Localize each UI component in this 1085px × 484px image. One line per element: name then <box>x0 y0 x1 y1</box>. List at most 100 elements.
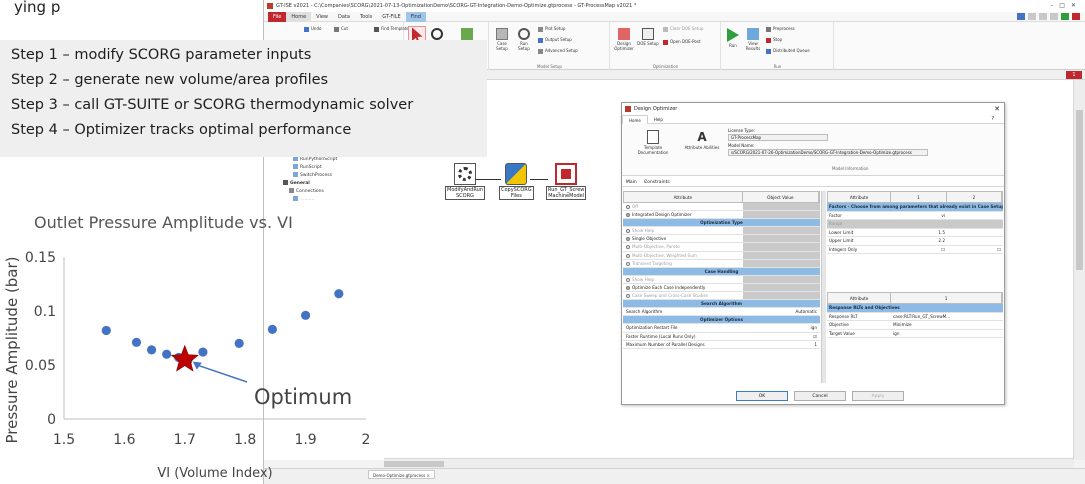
block-copy-scorg-files[interactable]: CopySCORG Files <box>499 163 534 200</box>
factor-value[interactable] <box>891 220 947 228</box>
help-icon[interactable] <box>1017 13 1025 20</box>
menu-data[interactable]: Data <box>333 12 355 22</box>
preprocess-button[interactable]: Preprocess <box>766 26 795 32</box>
run-icon[interactable] <box>1061 13 1069 20</box>
stop-icon[interactable] <box>1072 13 1080 20</box>
table-row[interactable]: Search Algorithm Automatic <box>623 308 820 317</box>
response-value[interactable]: ign <box>891 330 1003 338</box>
template-documentation-button[interactable]: Template Documentation <box>628 130 678 155</box>
table-row[interactable]: Maximum Number of Parallel Designs 1 <box>623 340 820 349</box>
table-row[interactable]: Integrated Design Optimizer <box>623 211 820 220</box>
radio-button[interactable] <box>626 294 630 299</box>
menu-home[interactable]: Home <box>286 12 312 22</box>
radio-button[interactable] <box>626 229 630 234</box>
panel-splitter[interactable] <box>821 191 826 383</box>
open-icon[interactable] <box>1039 13 1047 20</box>
factor-value[interactable] <box>947 212 1003 220</box>
tree-item[interactable]: RunPythonScript <box>283 156 363 164</box>
view-results-button[interactable]: View Results <box>744 28 762 51</box>
open-doe-post-button[interactable]: Open DOE-Post <box>663 39 701 45</box>
stop-button[interactable]: Stop <box>766 37 782 43</box>
window-controls[interactable]: –□✕ <box>1050 0 1082 12</box>
radio-button[interactable] <box>626 285 630 290</box>
table-row[interactable]: Optimize Each Case Independently <box>623 283 820 293</box>
tree-item[interactable]: SwitchProcess <box>283 172 363 180</box>
undo-button[interactable]: Undo <box>304 26 321 32</box>
factor-value[interactable]: vi <box>891 212 947 220</box>
table-row[interactable]: Single Objective <box>623 235 820 244</box>
design-optimizer-button[interactable]: Design Optimizer <box>613 28 635 51</box>
tree-item[interactable]: General <box>283 180 363 188</box>
table-row[interactable]: Objective Minimize <box>827 321 1003 330</box>
table-row[interactable]: Off <box>623 203 820 212</box>
ok-button[interactable]: OK <box>736 391 788 401</box>
distributed-queue-button[interactable]: Distributed Queue <box>766 48 810 54</box>
doe-setup-button[interactable]: DOE Setup <box>637 28 659 46</box>
radio-button[interactable] <box>626 261 630 266</box>
table-row[interactable]: Faster Runtime (Local Runs Only) ☑ <box>623 332 820 341</box>
menu-tools[interactable]: Tools <box>355 12 377 22</box>
case-setup-button[interactable]: Case Setup <box>492 28 512 51</box>
radio-button[interactable] <box>626 277 630 282</box>
radio-button[interactable] <box>626 205 630 209</box>
table-row[interactable]: Multi-Objective, Pareto <box>623 243 820 252</box>
factor-value[interactable] <box>947 229 1003 237</box>
apply-button[interactable]: Apply <box>852 391 904 401</box>
table-row[interactable]: Show Help <box>623 275 820 284</box>
factor-value[interactable]: 1.5 <box>891 229 947 237</box>
vertical-scrollbar[interactable] <box>1073 80 1085 460</box>
table-row[interactable]: Lower Limit 1.5 <box>827 229 1003 237</box>
help-icon[interactable]: ? <box>985 115 1000 124</box>
object-value[interactable]: 1 <box>743 340 820 348</box>
find-template-button[interactable]: Find Template <box>374 26 409 32</box>
block-run-gt-screw-machine-model[interactable]: Run_GT_Screw MachineModel <box>546 163 587 200</box>
table-row[interactable]: Optimization Restart File ign <box>623 324 820 333</box>
factor-value[interactable] <box>947 220 1003 228</box>
clear-doe-setup-button[interactable]: Clear DOE Setup <box>663 26 703 32</box>
radio-button[interactable] <box>626 245 630 250</box>
table-row[interactable]: Transient Targeting <box>623 259 820 268</box>
factor-value[interactable]: ☐ <box>947 246 1003 254</box>
factor-value[interactable]: 2.2 <box>891 237 947 245</box>
close-icon[interactable]: ✕ <box>994 103 1000 115</box>
scroll-thumb[interactable] <box>1076 110 1083 270</box>
output-setup-button[interactable]: Output Setup <box>538 37 572 43</box>
attribute-abilities-button[interactable]: A Attribute Abilities <box>682 130 722 150</box>
object-value[interactable]: ☑ <box>743 332 820 340</box>
cancel-button[interactable]: Cancel <box>794 391 846 401</box>
run-button[interactable]: Run <box>724 28 742 48</box>
menu-view[interactable]: View <box>311 12 333 22</box>
advanced-setup-button[interactable]: Advanced Setup <box>538 48 578 54</box>
tree-item[interactable]: Connections <box>283 188 363 196</box>
table-row[interactable]: Upper Limit 2.2 <box>827 237 1003 246</box>
horizontal-scrollbar[interactable] <box>384 458 1074 468</box>
response-value[interactable]: Minimize <box>891 321 1003 329</box>
table-row[interactable]: Show Help <box>623 227 820 236</box>
table-row[interactable]: Multi-Objective, Weighted Sum <box>623 251 820 260</box>
map-tab-flag[interactable]: 1 <box>1066 71 1082 79</box>
radio-button[interactable] <box>626 237 630 242</box>
table-row[interactable]: Integers Only ☐ ☐ <box>827 246 1003 254</box>
cut-button[interactable]: Cut <box>334 26 348 32</box>
factor-value[interactable] <box>947 237 1003 245</box>
radio-button[interactable] <box>626 253 630 258</box>
menu-gt-file[interactable]: GT-FILE <box>377 12 405 22</box>
block-modify-and-run-scorg[interactable]: ModifyAndRun SCORG <box>445 163 485 200</box>
tree-item[interactable]: RunScript <box>283 164 363 172</box>
table-row[interactable]: Case Sweep and Cross-Case Studies <box>623 292 820 301</box>
table-row[interactable]: Factor vi <box>827 212 1003 220</box>
save-icon[interactable] <box>1050 13 1058 20</box>
scroll-thumb[interactable] <box>384 461 444 467</box>
menu-find[interactable]: Find <box>405 12 426 22</box>
tab-help[interactable]: Help <box>648 115 669 124</box>
tab-home[interactable]: Home <box>622 115 648 124</box>
plot-setup-button[interactable]: Plot Setup <box>538 26 565 32</box>
run-setup-button[interactable]: Run Setup <box>514 28 534 51</box>
radio-button[interactable] <box>626 213 630 218</box>
new-icon[interactable] <box>1028 13 1036 20</box>
menu-file[interactable]: File <box>268 12 287 22</box>
object-value[interactable]: Automatic <box>743 308 820 316</box>
table-row[interactable]: Target Value ign <box>827 330 1003 338</box>
object-value[interactable]: ign <box>743 324 820 332</box>
tree-item[interactable]: .......... <box>283 196 363 204</box>
